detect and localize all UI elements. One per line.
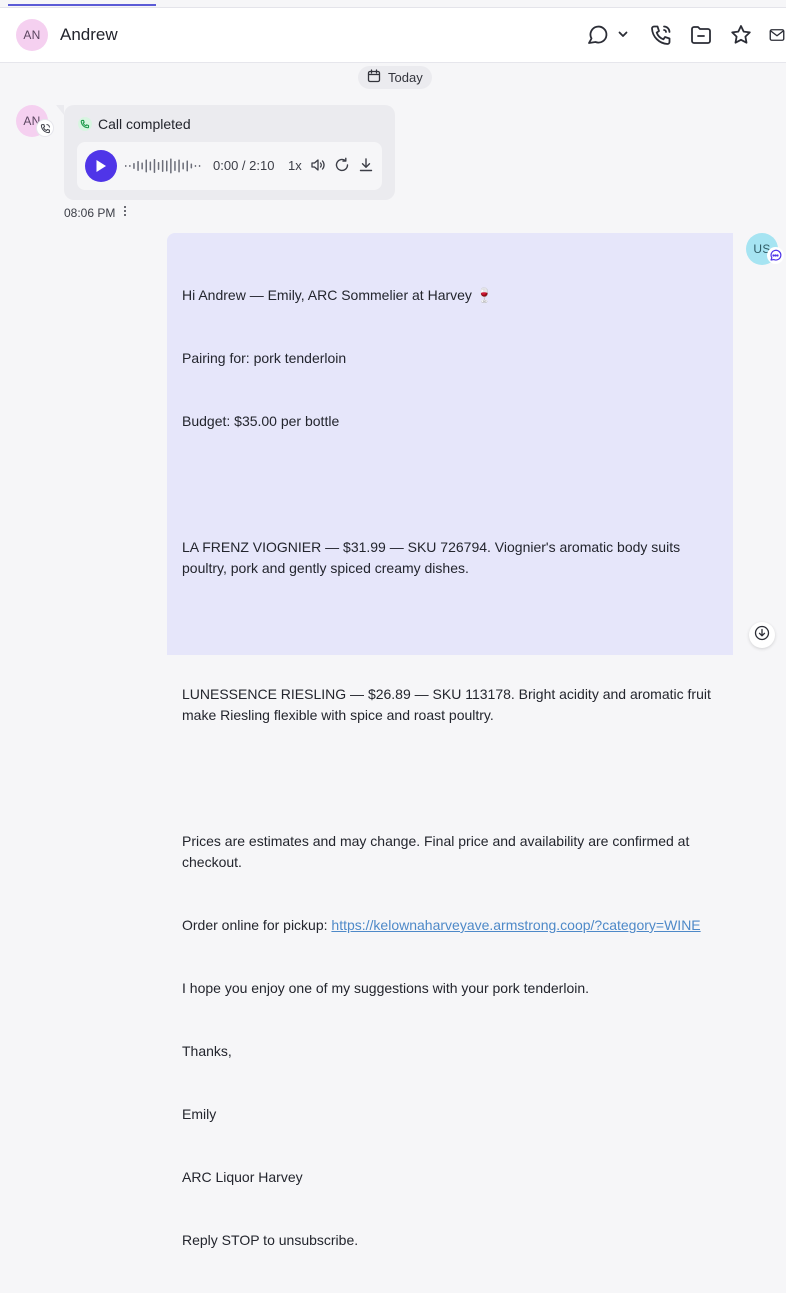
waveform-bar	[125, 165, 127, 167]
time-separator: /	[238, 158, 250, 173]
link-prefix: Order online for pickup:	[182, 917, 332, 933]
waveform-bar	[153, 159, 156, 173]
volume-icon[interactable]	[310, 157, 326, 178]
message-line: Thanks,	[182, 1043, 232, 1059]
message-line: Budget: $35.00 per bottle	[182, 413, 340, 429]
mail-icon[interactable]	[768, 21, 786, 49]
contact-avatar[interactable]: AN	[16, 19, 48, 51]
waveform-bar	[133, 163, 135, 169]
message-line: Order online for pickup: https://kelowna…	[182, 915, 719, 936]
call-completed-icon	[78, 117, 92, 131]
conversation-header: AN Andrew	[0, 8, 786, 63]
playback-speed-button[interactable]: 1x	[288, 158, 302, 173]
call-timestamp: 08:06 PM	[64, 205, 127, 220]
scroll-to-bottom-button[interactable]	[749, 622, 775, 648]
waveform-bar	[186, 160, 188, 172]
audio-waveform[interactable]	[125, 157, 203, 175]
message-line: ARC Liquor Harvey	[182, 1169, 303, 1185]
waveform-bar	[194, 165, 197, 167]
message-line: Hi Andrew — Emily, ARC Sommelier at Harv…	[182, 287, 494, 303]
waveform-bar	[141, 162, 143, 170]
contact-name[interactable]: Andrew	[60, 25, 118, 45]
download-icon[interactable]	[358, 157, 374, 178]
current-time: 0:00	[213, 158, 239, 173]
star-icon[interactable]	[728, 21, 754, 49]
message-line: LA FRENZ VIOGNIER — $31.99 — SKU 726794.…	[182, 539, 684, 576]
phone-icon[interactable]	[648, 21, 674, 49]
message-line: LUNESSENCE RIESLING — $26.89 — SKU 11317…	[182, 686, 715, 723]
date-label: Today	[388, 70, 423, 85]
message-line: Prices are estimates and may change. Fin…	[182, 833, 694, 870]
waveform-bar	[149, 161, 152, 171]
message-line: Pairing for: pork tenderloin	[182, 350, 347, 366]
waveform-bar	[190, 163, 193, 169]
audio-player: 0:00 / 2:10 1x	[77, 142, 382, 190]
call-status-label: Call completed	[98, 116, 191, 132]
message-line	[182, 768, 719, 789]
waveform-bar	[161, 160, 164, 172]
waveform-bar	[170, 158, 172, 174]
outgoing-message-bubble: Hi Andrew — Emily, ARC Sommelier at Harv…	[167, 233, 733, 1248]
waveform-bar	[145, 159, 147, 173]
date-divider: Today	[358, 66, 432, 89]
message-line	[182, 621, 719, 642]
message-line: Emily	[182, 1106, 217, 1122]
time-readout: 0:00 / 2:10	[213, 158, 274, 173]
waveform-bar	[137, 161, 139, 171]
duration: 2:10	[249, 158, 275, 173]
call-message-bubble: Call completed 0:00 / 2:10 1x	[56, 105, 395, 200]
play-button[interactable]	[85, 150, 117, 182]
message-body: Hi Andrew — Emily, ARC Sommelier at Harv…	[182, 243, 719, 1293]
call-status: Call completed	[78, 116, 191, 132]
message-line	[182, 474, 719, 495]
chevron-down-icon[interactable]	[616, 27, 630, 41]
timestamp-label: 08:06 PM	[64, 205, 116, 220]
message-line: I hope you enjoy one of my suggestions w…	[182, 980, 590, 996]
pickup-link[interactable]: https://kelownaharveyave.armstrong.coop/…	[331, 917, 700, 933]
phone-badge-icon	[37, 120, 53, 136]
waveform-bar	[129, 165, 131, 167]
arrow-down-icon	[754, 625, 770, 646]
waveform-bar	[178, 159, 180, 173]
sms-badge-icon	[767, 247, 784, 264]
folder-icon[interactable]	[688, 21, 714, 49]
waveform-bar	[182, 162, 184, 170]
waveform-bar	[157, 162, 160, 170]
replay-icon[interactable]	[334, 157, 350, 178]
message-line: Reply STOP to unsubscribe.	[182, 1232, 359, 1248]
waveform-bar	[166, 160, 168, 172]
chat-bubble-icon[interactable]	[584, 21, 610, 49]
active-tab-indicator	[8, 4, 156, 6]
more-options-icon[interactable]	[123, 205, 127, 220]
waveform-bar	[198, 165, 201, 167]
waveform-bar	[174, 161, 176, 171]
calendar-icon	[367, 69, 381, 86]
